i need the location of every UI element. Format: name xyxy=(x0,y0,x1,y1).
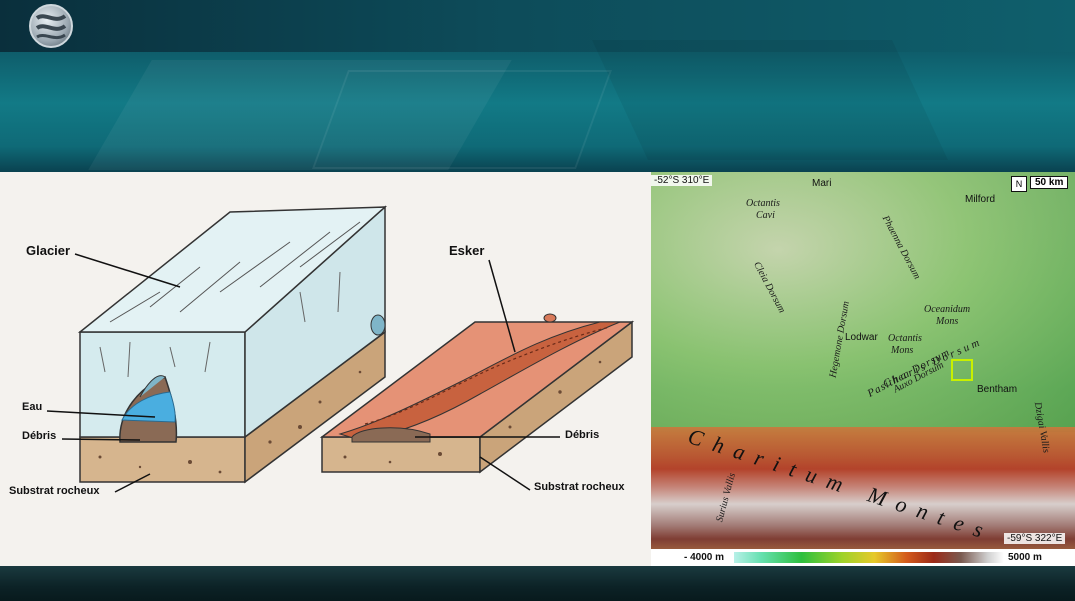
debris-right-label: Débris xyxy=(565,429,600,441)
logo-icon[interactable] xyxy=(29,4,73,48)
esker-diagram: Glacier Eau Débris Substrat rocheux Eske… xyxy=(0,172,651,566)
glacier-label: Glacier xyxy=(26,243,71,258)
footer-band xyxy=(0,566,1075,601)
debris-left-label: Débris xyxy=(22,430,57,442)
logo-mark xyxy=(35,14,67,40)
map-corner-se: -59°S 322°E xyxy=(1004,533,1066,544)
banner-decoration xyxy=(311,70,613,169)
place-milford: Milford xyxy=(965,194,996,205)
north-arrow-icon: N xyxy=(1011,176,1027,192)
legend-max: 5000 m xyxy=(1008,552,1042,563)
elevation-gradient xyxy=(734,552,1004,563)
study-area-marker xyxy=(951,359,973,381)
place-bentham: Bentham xyxy=(977,384,1018,395)
feature-octantis-cavi-1: Octantis xyxy=(746,198,780,209)
substrat-left-label: Substrat rocheux xyxy=(9,485,100,497)
feature-oceanidum-mons-1: Oceanidum xyxy=(924,304,971,315)
topographic-map: -52°S 310°E N 50 km Mari Milford Lodwar … xyxy=(651,172,1075,566)
esker-diagram-drawing xyxy=(46,205,635,493)
feature-octantis-cavi-2: Cavi xyxy=(756,210,775,221)
substrat-right-label: Substrat rocheux xyxy=(534,481,625,493)
esker-label: Esker xyxy=(449,243,485,258)
legend-min: - 4000 m xyxy=(684,552,725,563)
feature-octantis-mons-2: Mons xyxy=(891,345,914,356)
map-scale: 50 km xyxy=(1030,176,1069,189)
eau-label: Eau xyxy=(22,401,43,413)
feature-octantis-mons-1: Octantis xyxy=(888,333,922,344)
header-banner xyxy=(0,0,1075,172)
banner-decoration xyxy=(592,40,948,160)
place-lodwar: Lodwar xyxy=(845,332,878,343)
place-mari: Mari xyxy=(812,178,832,189)
feature-oceanidum-mons-2: Mons xyxy=(936,316,959,327)
header-top-band xyxy=(0,0,1075,52)
map-corner-nw: -52°S 310°E xyxy=(651,175,713,186)
